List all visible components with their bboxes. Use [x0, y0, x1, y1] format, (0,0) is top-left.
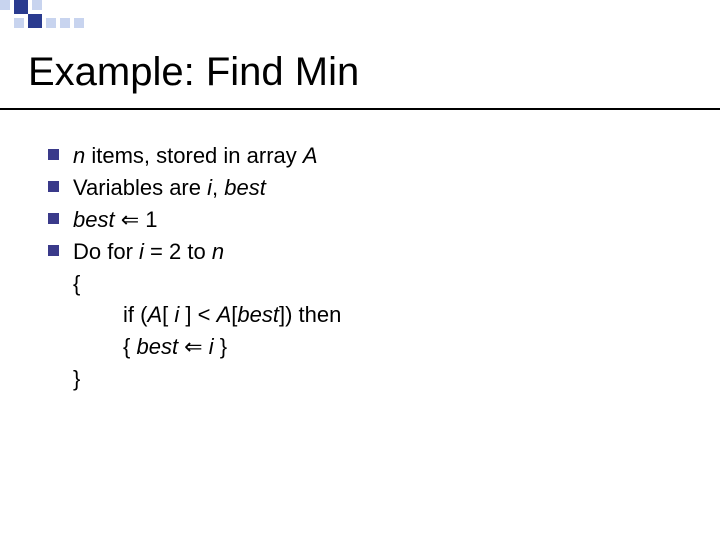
bullet-line-1: n items, stored in array A: [48, 140, 341, 172]
square-bullet-icon: [48, 245, 59, 256]
text: ⇐: [178, 334, 209, 359]
square-bullet-icon: [48, 213, 59, 224]
slide-body: n items, stored in array A Variables are…: [48, 140, 341, 395]
text: {: [123, 334, 136, 359]
code-line-if: if (A[ i ] < A[best]) then: [48, 299, 341, 331]
text: A: [217, 302, 232, 327]
text: A: [303, 143, 318, 168]
title-underline: [0, 108, 720, 110]
square-bullet-icon: [48, 149, 59, 160]
text: best: [136, 334, 178, 359]
corner-decoration: [0, 0, 150, 40]
code-line-open-brace: {: [48, 268, 341, 300]
square-bullet-icon: [48, 181, 59, 192]
text: Do for: [73, 239, 139, 264]
text: best: [237, 302, 279, 327]
text: best: [73, 207, 115, 232]
bullet-line-4: Do for i = 2 to n: [48, 236, 341, 268]
text: }: [214, 334, 227, 359]
text: best: [224, 175, 266, 200]
text: Variables are: [73, 175, 207, 200]
text: {: [73, 268, 80, 300]
bullet-line-3: best ⇐ 1: [48, 204, 341, 236]
text: n: [73, 143, 85, 168]
slide-title: Example: Find Min: [28, 50, 359, 95]
code-line-close-brace: }: [48, 363, 341, 395]
text: }: [73, 363, 80, 395]
text: = 2 to: [144, 239, 212, 264]
text: A: [147, 302, 162, 327]
text: ,: [212, 175, 224, 200]
text: n: [212, 239, 224, 264]
text: ]) then: [279, 302, 341, 327]
bullet-line-2: Variables are i, best: [48, 172, 341, 204]
text: ⇐ 1: [115, 207, 158, 232]
text: items, stored in array: [85, 143, 303, 168]
text: [: [162, 302, 174, 327]
text: ] <: [179, 302, 216, 327]
code-line-assign: { best ⇐ i }: [48, 331, 341, 363]
text: if (: [123, 302, 147, 327]
